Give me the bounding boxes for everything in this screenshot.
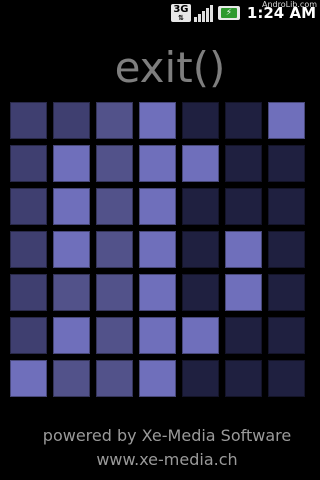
footer-credits: powered by Xe-Media Software www.xe-medi…: [0, 424, 320, 472]
board-tile-r7-c3[interactable]: [95, 359, 134, 398]
board-tile-r1-c2[interactable]: [52, 101, 91, 140]
board-tile-r6-c7[interactable]: [267, 316, 306, 355]
board-tile-r3-c4[interactable]: [138, 187, 177, 226]
board-tile-r1-c5[interactable]: [181, 101, 220, 140]
board-tile-r2-c6[interactable]: [224, 144, 263, 183]
battery-charging-icon: ⚡: [217, 6, 240, 20]
board-tile-r7-c5[interactable]: [181, 359, 220, 398]
board-tile-r3-c1[interactable]: [9, 187, 48, 226]
board-tile-r3-c2[interactable]: [52, 187, 91, 226]
board-tile-r6-c3[interactable]: [95, 316, 134, 355]
board-tile-r2-c4[interactable]: [138, 144, 177, 183]
board-tile-r1-c7[interactable]: [267, 101, 306, 140]
board-tile-r5-c5[interactable]: [181, 273, 220, 312]
board-tile-r4-c7[interactable]: [267, 230, 306, 269]
status-icons: 3G ⇅ ⚡ 1:24 AM: [170, 3, 316, 23]
board-tile-r2-c3[interactable]: [95, 144, 134, 183]
credits-line: powered by Xe-Media Software: [42, 426, 292, 445]
board-tile-r1-c4[interactable]: [138, 101, 177, 140]
board-tile-r5-c3[interactable]: [95, 273, 134, 312]
board-tile-r7-c1[interactable]: [9, 359, 48, 398]
board-tile-r6-c6[interactable]: [224, 316, 263, 355]
board-tile-r2-c2[interactable]: [52, 144, 91, 183]
board-tile-r7-c4[interactable]: [138, 359, 177, 398]
signal-strength-icon: [193, 4, 213, 22]
board-tile-r6-c2[interactable]: [52, 316, 91, 355]
board-tile-r4-c5[interactable]: [181, 230, 220, 269]
board-tile-r5-c4[interactable]: [138, 273, 177, 312]
board-tile-r3-c6[interactable]: [224, 187, 263, 226]
board-tile-r4-c1[interactable]: [9, 230, 48, 269]
data-arrows-icon: ⇅: [177, 13, 184, 22]
status-clock: 1:24 AM: [246, 4, 316, 22]
board-tile-r6-c5[interactable]: [181, 316, 220, 355]
board-tile-r1-c6[interactable]: [224, 101, 263, 140]
board-tile-r6-c1[interactable]: [9, 316, 48, 355]
game-title: exit(): [114, 43, 226, 92]
board-tile-r4-c2[interactable]: [52, 230, 91, 269]
status-bar: AndroLib.com 3G ⇅ ⚡ 1:24 AM: [0, 0, 320, 25]
game-board: [9, 101, 306, 398]
board-tile-r4-c4[interactable]: [138, 230, 177, 269]
board-tile-r2-c7[interactable]: [267, 144, 306, 183]
board-tile-r7-c6[interactable]: [224, 359, 263, 398]
board-tile-r7-c2[interactable]: [52, 359, 91, 398]
board-tile-r5-c2[interactable]: [52, 273, 91, 312]
board-tile-r1-c1[interactable]: [9, 101, 48, 140]
board-tile-r5-c6[interactable]: [224, 273, 263, 312]
board-tile-r3-c5[interactable]: [181, 187, 220, 226]
board-tile-r5-c7[interactable]: [267, 273, 306, 312]
board-tile-r1-c3[interactable]: [95, 101, 134, 140]
board-tile-r2-c5[interactable]: [181, 144, 220, 183]
board-tile-r3-c7[interactable]: [267, 187, 306, 226]
board-tile-r4-c6[interactable]: [224, 230, 263, 269]
board-tile-r3-c3[interactable]: [95, 187, 134, 226]
board-tile-r2-c1[interactable]: [9, 144, 48, 183]
board-tile-r4-c3[interactable]: [95, 230, 134, 269]
network-label: 3G: [173, 3, 189, 15]
board-tile-r6-c4[interactable]: [138, 316, 177, 355]
board-tile-r7-c7[interactable]: [267, 359, 306, 398]
website-link[interactable]: www.xe-media.ch: [0, 448, 320, 472]
network-3g-icon: 3G ⇅: [170, 3, 191, 22]
board-tile-r5-c1[interactable]: [9, 273, 48, 312]
